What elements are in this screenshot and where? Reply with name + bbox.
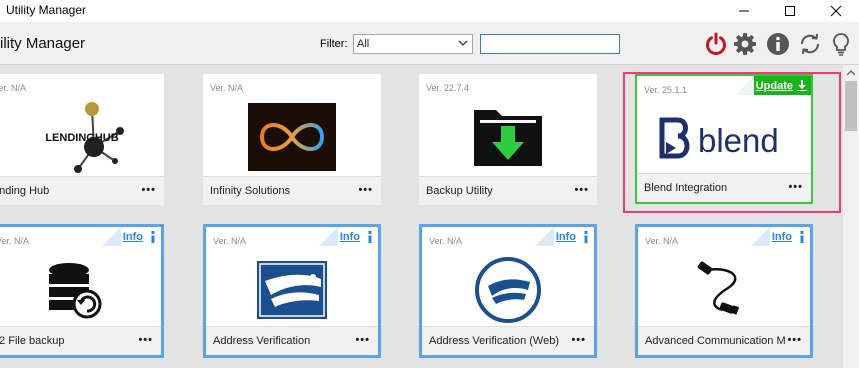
info-icon <box>151 230 155 243</box>
info-tag[interactable]: Info <box>534 227 594 246</box>
card-version: Ver. N/A <box>213 236 247 246</box>
info-icon <box>800 230 804 243</box>
scroll-thumb[interactable] <box>845 81 857 131</box>
card-name: Backup Utility <box>426 185 493 197</box>
card-version: Ver. N/A <box>0 83 27 93</box>
card-name: Infinity Solutions <box>210 185 291 197</box>
filter-selected-value: All <box>357 38 370 50</box>
selection-highlight <box>623 72 841 213</box>
refresh-icon <box>800 33 820 55</box>
card-version: Ver. N/A <box>429 236 463 246</box>
filter-dropdown[interactable]: All <box>353 34 473 54</box>
card-backup-utility[interactable]: Ver. 22.7.4 Backup Utility ••• <box>419 74 597 205</box>
card-footer: Infinity Solutions ••• <box>203 176 381 205</box>
card-menu-button[interactable]: ••• <box>141 184 156 196</box>
card-name: Advanced Communication Manager <box>645 335 786 347</box>
card-footer: Address Verification ••• <box>206 326 378 355</box>
card-version: Ver. N/A <box>210 83 244 93</box>
info-tag[interactable]: Info <box>750 227 810 246</box>
lightbulb-icon <box>833 33 849 56</box>
info-tag[interactable]: Info <box>318 227 378 246</box>
window-titlebar: Utility Manager <box>0 0 859 22</box>
card-version: Ver. N/A <box>645 236 679 246</box>
card-footer: Backup Utility ••• <box>419 176 597 205</box>
card-name: Address Verification <box>213 335 311 347</box>
card-lending-hub[interactable]: Ver. N/A LENDINGHUB ending Hub ••• <box>0 74 164 205</box>
card-menu-button[interactable]: ••• <box>138 334 153 346</box>
gear-icon <box>734 33 756 55</box>
folder-download-icon <box>419 98 597 176</box>
info-link[interactable]: Info <box>123 231 143 243</box>
scroll-up-button[interactable] <box>843 65 859 81</box>
usps-eagle-logo <box>206 251 378 329</box>
close-button[interactable] <box>813 0 859 22</box>
minimize-button[interactable] <box>721 0 767 22</box>
chevron-down-icon <box>458 38 468 51</box>
close-icon <box>830 5 842 17</box>
chevron-up-icon <box>847 70 855 76</box>
card-file-backup[interactable]: Ver. N/A Info .2 File backup <box>0 224 164 358</box>
info-link[interactable]: Info <box>772 231 792 243</box>
app-toolbar: ility Manager Filter: All <box>0 22 859 65</box>
window-title: Utility Manager <box>6 3 87 17</box>
info-link[interactable]: Info <box>340 231 360 243</box>
card-footer: ending Hub ••• <box>0 176 164 205</box>
card-footer: Address Verification (Web) ••• <box>422 326 594 355</box>
minimize-icon <box>739 10 749 12</box>
info-icon <box>767 33 789 55</box>
settings-button[interactable] <box>732 31 758 57</box>
maximize-icon <box>785 6 795 16</box>
info-icon <box>368 230 372 243</box>
card-version: Ver. N/A <box>0 236 30 246</box>
infinity-logo <box>203 98 381 176</box>
info-icon <box>584 230 588 243</box>
card-menu-button[interactable]: ••• <box>358 184 373 196</box>
info-link[interactable]: Info <box>556 231 576 243</box>
card-address-verification-web[interactable]: Ver. N/A Info Address Verification (Web)… <box>419 224 597 358</box>
card-name: ending Hub <box>0 185 50 197</box>
card-version: Ver. 22.7.4 <box>426 83 470 93</box>
card-menu-button[interactable]: ••• <box>571 334 586 346</box>
search-input[interactable] <box>480 34 620 54</box>
card-infinity-solutions[interactable]: Ver. N/A Infinity Solutions ••• <box>203 74 381 205</box>
usps-circle-logo <box>422 251 594 329</box>
database-restore-icon <box>0 251 161 329</box>
lendinghub-logo: LENDINGHUB <box>0 98 164 176</box>
vertical-scrollbar[interactable] <box>843 65 859 368</box>
card-menu-button[interactable]: ••• <box>355 334 370 346</box>
card-footer: .2 File backup ••• <box>0 326 161 355</box>
tips-button[interactable] <box>828 31 854 57</box>
card-footer: Advanced Communication Manager ••• <box>638 326 810 355</box>
card-menu-button[interactable]: ••• <box>787 334 802 346</box>
card-menu-button[interactable]: ••• <box>574 184 589 196</box>
power-button[interactable] <box>703 31 729 57</box>
cable-icon <box>638 251 810 329</box>
info-tag[interactable]: Info <box>101 227 161 246</box>
card-name: Address Verification (Web) <box>429 335 560 347</box>
maximize-button[interactable] <box>767 0 813 22</box>
power-icon <box>706 32 726 55</box>
about-button[interactable] <box>765 31 791 57</box>
card-address-verification[interactable]: Ver. N/A Info Address Verification ••• <box>203 224 381 358</box>
card-advanced-communication-manager[interactable]: Ver. N/A Info Advanced Communication Man… <box>635 224 813 358</box>
card-name: .2 File backup <box>0 335 65 347</box>
app-title: ility Manager <box>0 35 86 52</box>
filter-label: Filter: <box>320 38 348 50</box>
lendinghub-logo-text: LENDINGHUB <box>45 132 118 144</box>
refresh-button[interactable] <box>797 31 823 57</box>
